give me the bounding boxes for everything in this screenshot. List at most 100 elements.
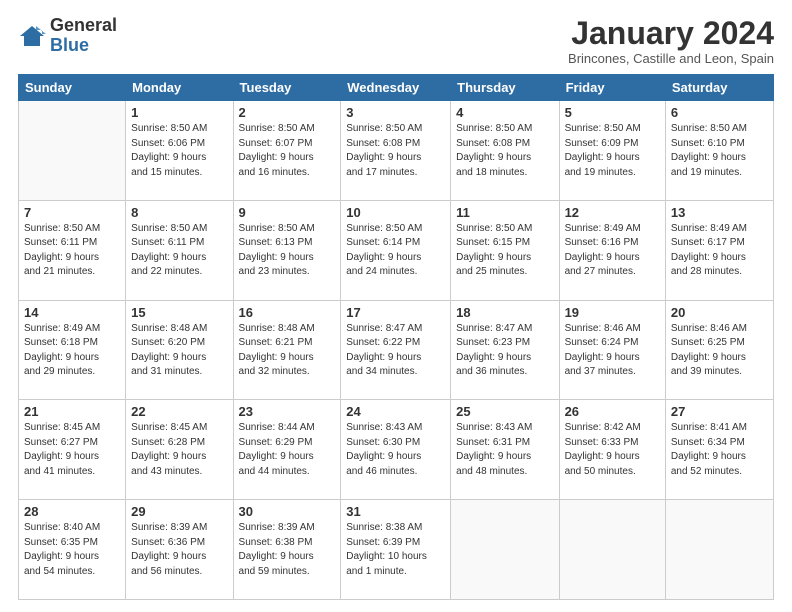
day-number: 27 (671, 404, 768, 419)
day-number: 6 (671, 105, 768, 120)
day-number: 26 (565, 404, 660, 419)
logo-icon (18, 22, 46, 50)
table-row: 24 Sunrise: 8:43 AM Sunset: 6:30 PM Dayli… (341, 400, 451, 500)
day-info: Sunrise: 8:50 AM Sunset: 6:14 PM Dayligh… (346, 222, 445, 280)
day-info: Sunrise: 8:48 AM Sunset: 6:20 PM Dayligh… (131, 322, 227, 380)
day-number: 25 (456, 404, 553, 419)
table-row: 21 Sunrise: 8:45 AM Sunset: 6:27 PM Dayli… (19, 400, 126, 500)
day-info: Sunrise: 8:41 AM Sunset: 6:34 PM Dayligh… (671, 421, 768, 479)
day-info: Sunrise: 8:46 AM Sunset: 6:24 PM Dayligh… (565, 322, 660, 380)
table-row: 4 Sunrise: 8:50 AM Sunset: 6:08 PM Daylig… (451, 101, 559, 201)
day-number: 9 (239, 205, 336, 220)
day-number: 22 (131, 404, 227, 419)
day-info: Sunrise: 8:50 AM Sunset: 6:15 PM Dayligh… (456, 222, 553, 280)
table-row: 14 Sunrise: 8:49 AM Sunset: 6:18 PM Dayli… (19, 300, 126, 400)
day-number: 17 (346, 305, 445, 320)
day-number: 31 (346, 504, 445, 519)
table-row (559, 500, 665, 600)
col-monday: Monday (126, 75, 233, 101)
table-row (451, 500, 559, 600)
day-number: 18 (456, 305, 553, 320)
table-row: 13 Sunrise: 8:49 AM Sunset: 6:17 PM Dayli… (665, 200, 773, 300)
table-row: 11 Sunrise: 8:50 AM Sunset: 6:15 PM Dayli… (451, 200, 559, 300)
day-info: Sunrise: 8:49 AM Sunset: 6:18 PM Dayligh… (24, 322, 120, 380)
title-block: January 2024 Brincones, Castille and Leo… (568, 16, 774, 66)
col-sunday: Sunday (19, 75, 126, 101)
day-number: 13 (671, 205, 768, 220)
day-number: 24 (346, 404, 445, 419)
table-row: 2 Sunrise: 8:50 AM Sunset: 6:07 PM Daylig… (233, 101, 341, 201)
table-row: 1 Sunrise: 8:50 AM Sunset: 6:06 PM Daylig… (126, 101, 233, 201)
day-number: 2 (239, 105, 336, 120)
day-number: 30 (239, 504, 336, 519)
day-info: Sunrise: 8:50 AM Sunset: 6:07 PM Dayligh… (239, 122, 336, 180)
table-row: 29 Sunrise: 8:39 AM Sunset: 6:36 PM Dayli… (126, 500, 233, 600)
day-info: Sunrise: 8:43 AM Sunset: 6:31 PM Dayligh… (456, 421, 553, 479)
day-info: Sunrise: 8:49 AM Sunset: 6:17 PM Dayligh… (671, 222, 768, 280)
col-friday: Friday (559, 75, 665, 101)
day-info: Sunrise: 8:44 AM Sunset: 6:29 PM Dayligh… (239, 421, 336, 479)
table-row: 9 Sunrise: 8:50 AM Sunset: 6:13 PM Daylig… (233, 200, 341, 300)
table-row: 17 Sunrise: 8:47 AM Sunset: 6:22 PM Dayli… (341, 300, 451, 400)
day-info: Sunrise: 8:45 AM Sunset: 6:27 PM Dayligh… (24, 421, 120, 479)
location-subtitle: Brincones, Castille and Leon, Spain (568, 51, 774, 66)
col-saturday: Saturday (665, 75, 773, 101)
table-row: 10 Sunrise: 8:50 AM Sunset: 6:14 PM Dayli… (341, 200, 451, 300)
page-header: General Blue January 2024 Brincones, Cas… (18, 16, 774, 66)
table-row (19, 101, 126, 201)
col-tuesday: Tuesday (233, 75, 341, 101)
col-wednesday: Wednesday (341, 75, 451, 101)
day-number: 15 (131, 305, 227, 320)
table-row: 27 Sunrise: 8:41 AM Sunset: 6:34 PM Dayli… (665, 400, 773, 500)
day-info: Sunrise: 8:38 AM Sunset: 6:39 PM Dayligh… (346, 521, 445, 579)
day-number: 14 (24, 305, 120, 320)
day-info: Sunrise: 8:49 AM Sunset: 6:16 PM Dayligh… (565, 222, 660, 280)
day-number: 20 (671, 305, 768, 320)
day-info: Sunrise: 8:40 AM Sunset: 6:35 PM Dayligh… (24, 521, 120, 579)
table-row: 19 Sunrise: 8:46 AM Sunset: 6:24 PM Dayli… (559, 300, 665, 400)
logo: General Blue (18, 16, 117, 56)
day-info: Sunrise: 8:42 AM Sunset: 6:33 PM Dayligh… (565, 421, 660, 479)
day-number: 23 (239, 404, 336, 419)
calendar-table: Sunday Monday Tuesday Wednesday Thursday… (18, 74, 774, 600)
day-number: 11 (456, 205, 553, 220)
day-number: 29 (131, 504, 227, 519)
day-info: Sunrise: 8:43 AM Sunset: 6:30 PM Dayligh… (346, 421, 445, 479)
day-info: Sunrise: 8:48 AM Sunset: 6:21 PM Dayligh… (239, 322, 336, 380)
col-thursday: Thursday (451, 75, 559, 101)
day-info: Sunrise: 8:39 AM Sunset: 6:38 PM Dayligh… (239, 521, 336, 579)
day-number: 19 (565, 305, 660, 320)
day-info: Sunrise: 8:50 AM Sunset: 6:06 PM Dayligh… (131, 122, 227, 180)
day-number: 7 (24, 205, 120, 220)
day-info: Sunrise: 8:50 AM Sunset: 6:10 PM Dayligh… (671, 122, 768, 180)
table-row: 6 Sunrise: 8:50 AM Sunset: 6:10 PM Daylig… (665, 101, 773, 201)
day-info: Sunrise: 8:39 AM Sunset: 6:36 PM Dayligh… (131, 521, 227, 579)
table-row: 8Sunrise: 8:50 AM Sunset: 6:11 PM Daylig… (126, 200, 233, 300)
table-row: 16 Sunrise: 8:48 AM Sunset: 6:21 PM Dayli… (233, 300, 341, 400)
table-row: 15 Sunrise: 8:48 AM Sunset: 6:20 PM Dayli… (126, 300, 233, 400)
table-row: 18 Sunrise: 8:47 AM Sunset: 6:23 PM Dayli… (451, 300, 559, 400)
day-info: Sunrise: 8:50 AM Sunset: 6:08 PM Dayligh… (456, 122, 553, 180)
day-info: Sunrise: 8:50 AM Sunset: 6:11 PM Dayligh… (131, 222, 227, 280)
table-row: 12Sunrise: 8:49 AM Sunset: 6:16 PM Dayli… (559, 200, 665, 300)
day-info: Sunrise: 8:50 AM Sunset: 6:11 PM Dayligh… (24, 222, 120, 280)
table-row: 7 Sunrise: 8:50 AM Sunset: 6:11 PM Daylig… (19, 200, 126, 300)
table-row: 23 Sunrise: 8:44 AM Sunset: 6:29 PM Dayli… (233, 400, 341, 500)
table-row (665, 500, 773, 600)
day-info: Sunrise: 8:50 AM Sunset: 6:09 PM Dayligh… (565, 122, 660, 180)
day-number: 16 (239, 305, 336, 320)
day-number: 1 (131, 105, 227, 120)
day-number: 21 (24, 404, 120, 419)
day-info: Sunrise: 8:50 AM Sunset: 6:13 PM Dayligh… (239, 222, 336, 280)
table-row: 31 Sunrise: 8:38 AM Sunset: 6:39 PM Dayli… (341, 500, 451, 600)
table-row: 20 Sunrise: 8:46 AM Sunset: 6:25 PM Dayli… (665, 300, 773, 400)
day-number: 28 (24, 504, 120, 519)
table-row: 25 Sunrise: 8:43 AM Sunset: 6:31 PM Dayli… (451, 400, 559, 500)
day-number: 4 (456, 105, 553, 120)
day-info: Sunrise: 8:47 AM Sunset: 6:23 PM Dayligh… (456, 322, 553, 380)
month-title: January 2024 (568, 16, 774, 51)
table-row: 26 Sunrise: 8:42 AM Sunset: 6:33 PM Dayli… (559, 400, 665, 500)
day-info: Sunrise: 8:47 AM Sunset: 6:22 PM Dayligh… (346, 322, 445, 380)
day-number: 10 (346, 205, 445, 220)
day-info: Sunrise: 8:46 AM Sunset: 6:25 PM Dayligh… (671, 322, 768, 380)
